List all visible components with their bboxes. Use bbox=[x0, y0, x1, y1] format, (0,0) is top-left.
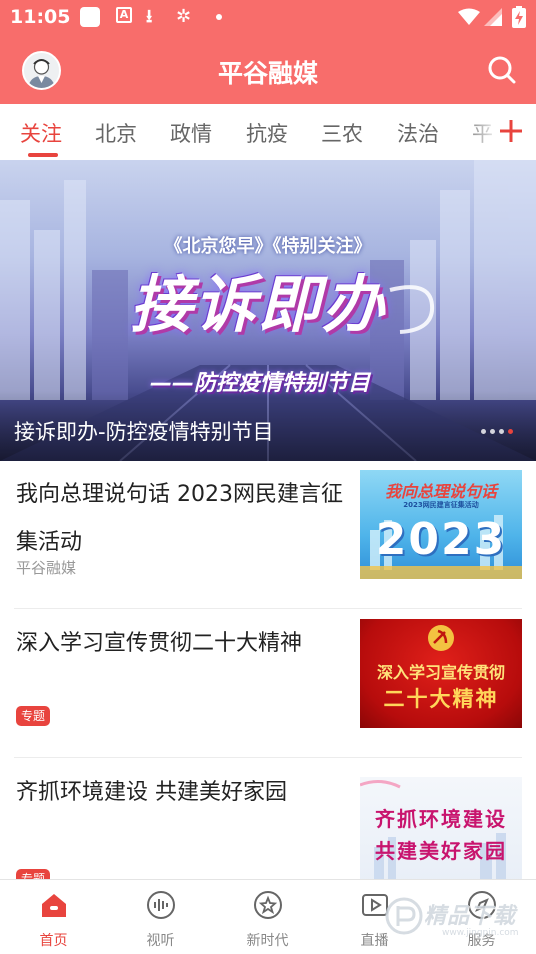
banner-dot-active[interactable] bbox=[508, 429, 513, 434]
party-emblem-icon bbox=[428, 625, 454, 651]
topic-tag: 专题 bbox=[16, 706, 51, 726]
watermark-text: 精品下载 bbox=[424, 904, 517, 929]
user-avatar[interactable] bbox=[22, 51, 61, 90]
user-avatar-icon bbox=[24, 53, 59, 88]
news-item[interactable]: 深入学习宣传贯彻二十大精神 专题 深入学习宣传贯彻 二十大精神 bbox=[14, 610, 522, 758]
thumbnail-title: 我向总理说句话 bbox=[384, 482, 497, 501]
banner-image-title: 接诉即办 bbox=[130, 268, 387, 341]
nav-home[interactable]: 首页 bbox=[0, 880, 107, 954]
star-badge-icon bbox=[254, 891, 282, 919]
nav-new-era[interactable]: 新时代 bbox=[214, 880, 321, 954]
news-title: 我向总理说句话 2023网民建言征集活动 bbox=[16, 482, 343, 555]
app-header: 平谷融媒 bbox=[0, 36, 536, 104]
news-thumbnail: 深入学习宣传贯彻 二十大精神 bbox=[360, 619, 522, 728]
thumbnail-subtitle: 共建美好家园 bbox=[375, 839, 507, 863]
tab-beijing[interactable]: 北京 bbox=[95, 118, 137, 148]
news-thumbnail: 齐抓环境建设 共建美好家园 bbox=[360, 777, 522, 886]
wifi-icon bbox=[458, 8, 480, 25]
news-source: 平谷融媒 bbox=[16, 559, 77, 577]
tabs-fade-overlay bbox=[460, 104, 500, 160]
download-icon: ⭳ bbox=[146, 6, 153, 27]
notification-square-icon bbox=[80, 7, 100, 27]
dot-icon bbox=[216, 14, 222, 20]
signal-icon bbox=[484, 8, 502, 26]
bug-icon: ✲ bbox=[176, 6, 192, 27]
thumbnail-subtitle: 2023网民建言征集活动 bbox=[403, 501, 479, 509]
app-title: 平谷融媒 bbox=[217, 59, 318, 88]
watermark-url: www.jingpin.com bbox=[442, 928, 519, 938]
nav-label: 首页 bbox=[39, 933, 68, 949]
banner-carousel[interactable]: 《北京您早》《特别关注》 接诉即办 ——防控疫情特别节目 接诉即办-防控疫情特别… bbox=[0, 160, 536, 461]
battery-icon bbox=[512, 6, 526, 28]
tab-sannong[interactable]: 三农 bbox=[321, 118, 363, 148]
status-time: 11:05 bbox=[10, 6, 71, 28]
news-title: 齐抓环境建设 共建美好家园 bbox=[16, 780, 287, 805]
home-icon bbox=[42, 894, 66, 917]
banner-dot[interactable] bbox=[481, 429, 486, 434]
a-box-icon: A bbox=[116, 7, 132, 23]
nav-label: 视听 bbox=[146, 933, 175, 949]
audio-wave-icon bbox=[147, 891, 175, 919]
search-icon[interactable] bbox=[486, 54, 518, 86]
watermark-logo-icon bbox=[385, 897, 423, 935]
tab-kangyi[interactable]: 抗疫 bbox=[246, 118, 288, 148]
banner-dot[interactable] bbox=[490, 429, 495, 434]
thumbnail-subtitle: 二十大精神 bbox=[383, 687, 499, 711]
news-thumbnail: 我向总理说句话 2023网民建言征集活动 2023 bbox=[360, 470, 522, 579]
status-bar: 11:05 A ⭳ ✲ bbox=[0, 0, 536, 36]
banner-dot[interactable] bbox=[499, 429, 504, 434]
add-channel-icon[interactable] bbox=[496, 114, 526, 148]
active-tab-indicator bbox=[28, 153, 58, 157]
thumbnail-year: 2023 bbox=[375, 514, 507, 565]
news-item[interactable]: 我向总理说句话 2023网民建言征集活动 平谷融媒 我向总理说句话 2023网民… bbox=[14, 461, 522, 609]
site-watermark: 精品下载 www.jingpin.com bbox=[384, 890, 534, 946]
channel-tabs: 关注 北京 政情 抗疫 三农 法治 平 bbox=[0, 104, 536, 160]
banner-caption: 接诉即办-防控疫情特别节目 bbox=[14, 420, 274, 444]
tab-fazhi[interactable]: 法治 bbox=[397, 118, 439, 148]
tab-guanzhu[interactable]: 关注 bbox=[20, 118, 62, 148]
tab-zhengqing[interactable]: 政情 bbox=[170, 118, 212, 148]
news-title: 深入学习宣传贯彻二十大精神 bbox=[16, 631, 303, 656]
nav-label: 新时代 bbox=[246, 933, 289, 949]
nav-audio-video[interactable]: 视听 bbox=[107, 880, 214, 954]
thumbnail-title: 齐抓环境建设 bbox=[375, 807, 507, 831]
thumbnail-title: 深入学习宣传贯彻 bbox=[376, 663, 505, 682]
